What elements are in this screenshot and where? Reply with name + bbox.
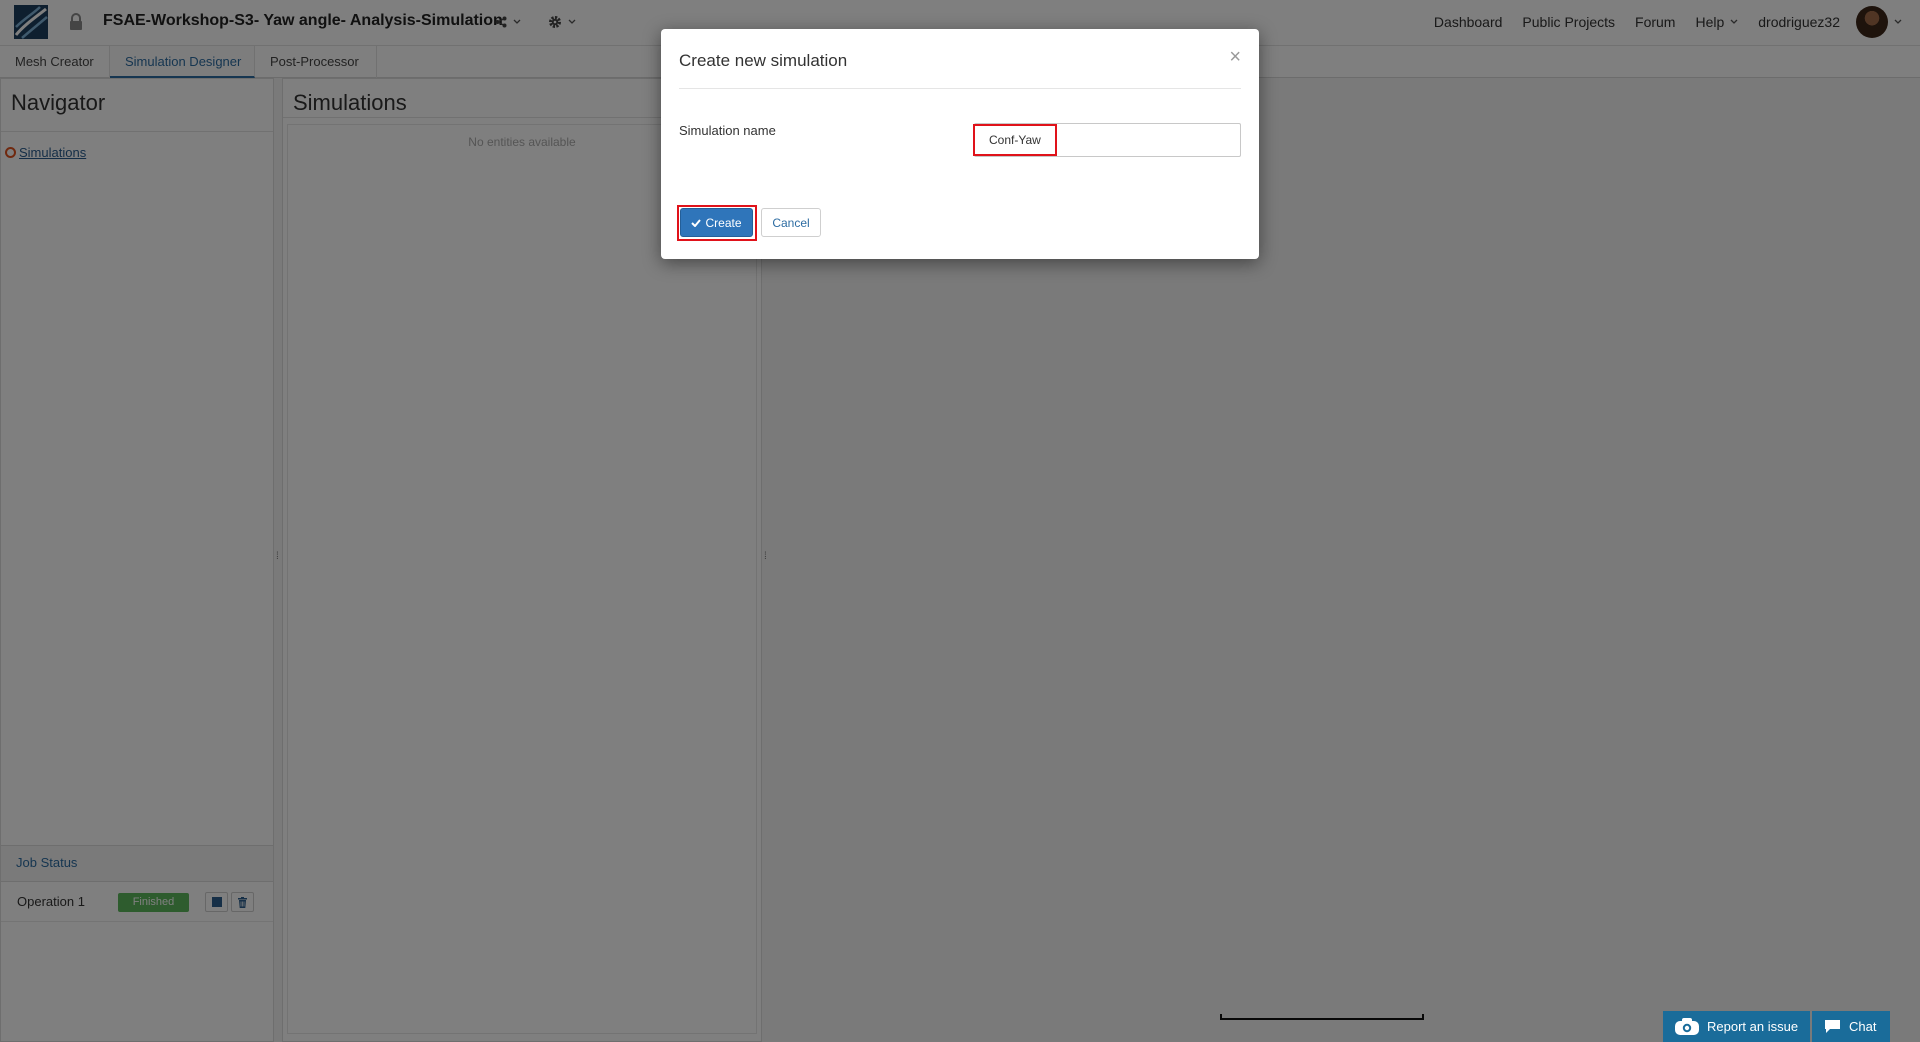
chat-button[interactable]: Chat: [1812, 1011, 1890, 1042]
check-icon: [691, 218, 702, 227]
simulation-name-input[interactable]: [974, 123, 1241, 157]
close-icon[interactable]: ×: [1229, 47, 1241, 67]
create-button[interactable]: Create: [680, 208, 753, 237]
cancel-button[interactable]: Cancel: [761, 208, 821, 237]
report-issue-label: Report an issue: [1707, 1019, 1799, 1034]
dialog-title: Create new simulation: [679, 51, 848, 70]
create-simulation-dialog: Create new simulation × Simulation name …: [661, 29, 1259, 259]
create-button-label: Create: [705, 215, 742, 230]
divider: [679, 88, 1241, 89]
simulation-name-label: Simulation name: [679, 123, 776, 138]
chat-label: Chat: [1849, 1019, 1877, 1034]
camera-icon: [1675, 1018, 1699, 1035]
report-issue-button[interactable]: Report an issue: [1663, 1011, 1810, 1042]
chat-bubble-icon: [1825, 1020, 1840, 1033]
